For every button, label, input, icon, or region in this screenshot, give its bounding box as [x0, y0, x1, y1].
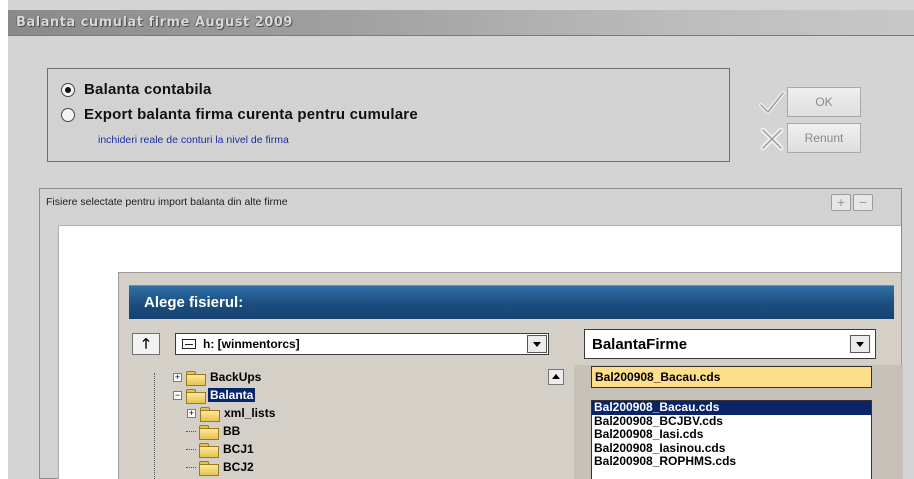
file-list-item[interactable]: Bal200908_Bacau.cds	[592, 401, 871, 415]
chevron-down-icon[interactable]	[850, 335, 870, 353]
tree-item-bcj1[interactable]: BCJ1	[186, 441, 256, 458]
folder-tree[interactable]: +BackUps−Balanta+xml_listsBBBCJ1BCJ2BCJ3	[129, 365, 574, 479]
tree-guide-line	[154, 373, 155, 479]
selected-files-list[interactable]: Alege fisierul: 🡑 h: [winmentorcs] Balan…	[58, 225, 903, 479]
drive-value: h: [winmentorcs]	[203, 337, 300, 351]
tree-item-label: Balanta	[208, 388, 256, 402]
file-filter-select[interactable]: BalantaFirme	[584, 329, 876, 359]
folder-icon	[186, 370, 206, 386]
tree-item-label: BackUps	[210, 370, 262, 384]
file-filter-value: BalantaFirme	[592, 336, 688, 353]
cancel-button[interactable]: Renunt	[787, 123, 861, 153]
file-list-item[interactable]: Bal200908_Iasi.cds	[592, 428, 871, 442]
tree-item-xml-lists[interactable]: + xml_lists	[187, 405, 277, 422]
selected-files-label: Fisiere selectate pentru import balanta …	[46, 196, 288, 208]
tree-item-label: xml_lists	[224, 406, 276, 420]
tree-item-bb[interactable]: BB	[186, 423, 242, 440]
options-panel: Balanta contabila Export balanta firma c…	[47, 68, 730, 162]
filename-input[interactable]	[591, 366, 872, 388]
folder-icon	[199, 424, 219, 440]
dialog-title: Alege fisierul:	[144, 294, 244, 311]
add-file-button[interactable]: +	[831, 194, 851, 211]
expand-icon[interactable]: +	[187, 408, 196, 418]
up-folder-button[interactable]: 🡑	[132, 333, 160, 355]
collapse-icon[interactable]: −	[173, 390, 182, 400]
file-list-item[interactable]: Bal200908_BCJBV.cds	[592, 414, 871, 429]
tree-item-label: BCJ2	[223, 460, 254, 474]
checkmark-icon	[759, 91, 785, 114]
folder-icon	[186, 388, 206, 404]
title-bar: Balanta cumulat firme August 2009	[8, 10, 914, 36]
radio-checked-icon[interactable]	[61, 82, 75, 97]
tree-connector	[186, 430, 196, 432]
tree-item-label: BB	[223, 424, 241, 438]
folder-icon	[199, 442, 219, 458]
chevron-down-icon[interactable]	[527, 335, 547, 353]
app-window: Balanta cumulat firme August 2009 Balant…	[8, 0, 914, 479]
file-open-dialog: Alege fisierul: 🡑 h: [winmentorcs] Balan…	[118, 272, 903, 479]
scroll-up-button[interactable]	[548, 369, 564, 385]
window-title: Balanta cumulat firme August 2009	[16, 15, 293, 30]
hint-text: inchideri reale de conturi la nivel de f…	[98, 134, 289, 146]
remove-file-button[interactable]: −	[853, 194, 873, 211]
ok-button[interactable]: OK	[787, 87, 861, 117]
radio-balanta-contabila[interactable]: Balanta contabila	[61, 81, 212, 98]
radio-unchecked-icon[interactable]	[61, 107, 75, 122]
file-list-item[interactable]: Bal200908_ROPHMS.cds	[592, 455, 871, 469]
file-list[interactable]: Bal200908_Bacau.cds Bal200908_BCJBV.cds Ba…	[591, 400, 872, 479]
file-list-item[interactable]: Bal200908_Iasinou.cds	[592, 441, 871, 456]
tree-item-balanta[interactable]: − Balanta	[173, 387, 256, 404]
radio-export-balanta[interactable]: Export balanta firma curenta pentru cumu…	[61, 106, 418, 123]
tree-item-backups[interactable]: + BackUps	[173, 369, 263, 386]
radio-balanta-contabila-label: Balanta contabila	[84, 81, 212, 98]
tree-connector	[186, 466, 196, 468]
folder-icon	[200, 406, 220, 422]
selected-files-group: Fisiere selectate pentru import balanta …	[39, 188, 903, 479]
drive-icon	[182, 339, 196, 349]
folder-icon	[199, 460, 219, 476]
radio-export-balanta-label: Export balanta firma curenta pentru cumu…	[84, 106, 418, 123]
tree-connector	[186, 448, 196, 450]
tree-item-bcj2[interactable]: BCJ2	[186, 459, 256, 476]
tree-item-label: BCJ1	[223, 442, 254, 456]
dialog-header: Alege fisierul:	[129, 285, 894, 319]
cross-icon	[760, 127, 784, 151]
list-controls: + −	[829, 194, 873, 211]
drive-select[interactable]: h: [winmentorcs]	[175, 333, 549, 355]
expand-icon[interactable]: +	[173, 372, 182, 382]
